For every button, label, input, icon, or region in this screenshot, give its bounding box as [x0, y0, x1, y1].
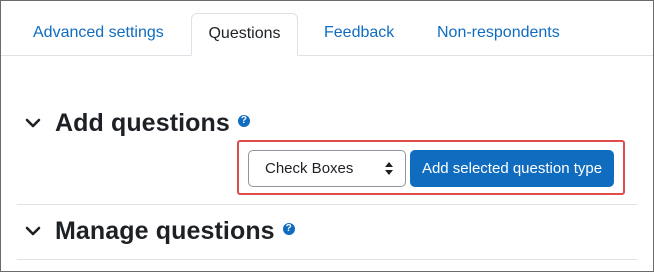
tab-questions[interactable]: Questions [191, 13, 298, 56]
manage-questions-title: Manage questions [55, 216, 275, 245]
page-frame: Advanced settings Questions Feedback Non… [0, 0, 654, 272]
question-circle-icon[interactable]: ? [237, 115, 250, 127]
question-circle-icon[interactable]: ? [282, 223, 295, 235]
manage-questions-header[interactable]: Manage questions ? [25, 215, 295, 247]
add-questions-header[interactable]: Add questions ? [25, 107, 250, 139]
chevron-down-icon[interactable] [25, 115, 41, 131]
tab-feedback[interactable]: Feedback [308, 13, 410, 54]
section-divider [17, 204, 637, 205]
tab-bar: Advanced settings Questions Feedback Non… [1, 1, 653, 56]
select-arrows-icon [385, 162, 393, 175]
chevron-down-icon[interactable] [25, 223, 41, 239]
tab-non-respondents[interactable]: Non-respondents [421, 13, 576, 54]
question-type-select[interactable]: Check Boxes [248, 150, 406, 187]
add-selected-question-type-button[interactable]: Add selected question type [410, 150, 614, 187]
question-type-select-value: Check Boxes [265, 160, 354, 177]
add-questions-title: Add questions [55, 108, 230, 137]
tab-advanced-settings[interactable]: Advanced settings [17, 13, 180, 54]
section-divider [17, 259, 637, 260]
